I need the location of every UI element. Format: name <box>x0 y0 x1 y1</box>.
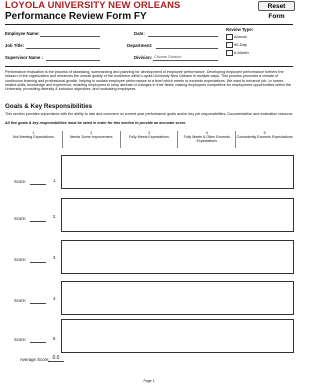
goal-5-textbox[interactable] <box>61 319 294 353</box>
department-label: Department: <box>127 43 153 48</box>
job-title-field[interactable] <box>26 48 100 49</box>
goal-4-number: 4. <box>53 296 57 301</box>
employee-name-label: Employee Name: <box>5 31 40 36</box>
date-label: Date: <box>134 31 145 36</box>
reset-form-button[interactable]: Reset Form <box>258 1 295 20</box>
goal-1-number: 1. <box>53 178 57 183</box>
goal-3-number: 3. <box>53 255 57 260</box>
rating-scale: 1 Not Meeting Expectations 2 Needs Some Im… <box>5 131 293 148</box>
goal-5-score-label: Score: <box>14 337 27 342</box>
employee-name-field[interactable] <box>40 36 100 37</box>
90-day-checkbox[interactable] <box>226 42 233 48</box>
department-field[interactable] <box>156 48 218 49</box>
goal-3-score-label: Score: <box>14 257 27 262</box>
form-title: Performance Review Form FY <box>5 11 147 22</box>
goal-4-score-label: Score: <box>14 298 27 303</box>
goal-2-number: 2. <box>53 214 57 219</box>
goal-4-score-field[interactable] <box>30 303 46 304</box>
date-field[interactable] <box>148 36 218 37</box>
average-score-value: 0.0 <box>48 355 64 362</box>
goals-heading: Goals & Key Responsibilities <box>5 103 93 110</box>
division-label: Division: <box>134 55 153 60</box>
scale-item-1: 1 Not Meeting Expectations <box>12 131 54 140</box>
goal-4-textbox[interactable] <box>61 281 294 315</box>
goal-5-score-field[interactable] <box>30 342 46 343</box>
review-type-title: Review Type: <box>226 27 254 32</box>
intro-paragraph: Performance evaluation is the process of… <box>5 70 291 92</box>
goals-note: All five goals & key responsibilities mu… <box>5 121 187 125</box>
goal-2-textbox[interactable] <box>61 198 294 232</box>
annual-label: Annual <box>234 34 247 39</box>
job-title-label: Job Title: <box>5 43 25 48</box>
annual-checkbox[interactable] <box>226 34 233 40</box>
goal-2-score-label: Score: <box>14 216 27 221</box>
university-name: LOYOLA UNIVERSITY NEW ORLEANS <box>5 0 181 11</box>
goal-1-score-label: Score: <box>14 179 27 184</box>
scale-item-3: 3 Fully Meets Expectations <box>119 131 178 148</box>
supervisor-name-label: Supervisor Name : <box>5 55 43 60</box>
goal-5-number: 5. <box>53 336 57 341</box>
goals-description: This section provides supervisors with t… <box>5 112 293 116</box>
goal-1-textbox[interactable] <box>61 155 294 189</box>
scale-item-5: 5 Consistently Exceeds Expectations <box>235 131 293 148</box>
goal-3-textbox[interactable] <box>61 240 294 274</box>
6-month-label: 6-Month <box>234 50 249 55</box>
average-score-label: Average Score: <box>20 357 50 362</box>
goal-3-score-field[interactable] <box>30 262 46 263</box>
page-number: Page 1 <box>143 379 155 383</box>
division-select[interactable]: Choose Division <box>154 55 181 59</box>
supervisor-name-field[interactable] <box>46 60 100 61</box>
scale-item-4: 4 Fully Meets & Often Exceeds Expectation… <box>177 131 235 148</box>
goal-1-score-field[interactable] <box>30 184 46 185</box>
90-day-label: 90-Day <box>234 42 247 47</box>
fields-divider <box>5 66 293 67</box>
scale-item-2: 2 Needs Some Improvement <box>61 131 120 148</box>
goal-2-score-field[interactable] <box>30 221 46 222</box>
6-month-checkbox[interactable] <box>226 50 233 56</box>
division-select-underline <box>153 60 218 61</box>
